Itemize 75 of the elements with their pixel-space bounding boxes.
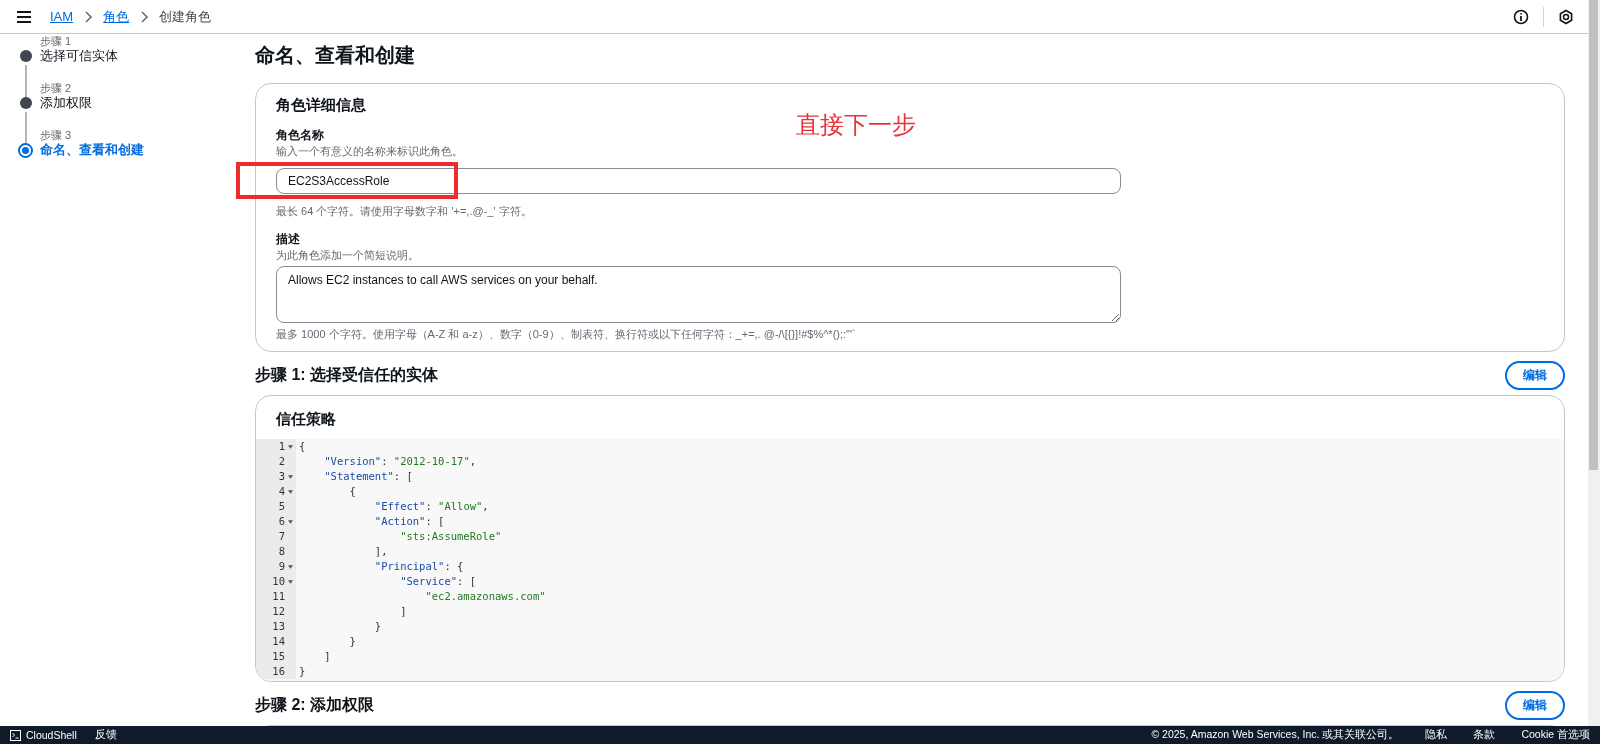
- step-label: 步骤 2: [40, 81, 73, 95]
- fold-icon[interactable]: [288, 489, 293, 494]
- code-line: "ec2.amazonaws.com": [424, 589, 547, 604]
- code-line: "Action": [: [373, 514, 446, 529]
- code-line: {: [299, 439, 307, 454]
- section-heading: 步骤 2: 添加权限: [255, 695, 375, 715]
- fold-icon[interactable]: [288, 519, 293, 524]
- code-line: "Version": "2012-10-17",: [323, 454, 478, 469]
- code-line: }: [373, 619, 383, 634]
- line-number: 3: [278, 469, 285, 484]
- line-number: 14: [272, 634, 285, 649]
- edit-button[interactable]: 编辑: [1505, 361, 1565, 390]
- step-link[interactable]: 命名、查看和创建: [40, 142, 255, 158]
- line-number: 9: [278, 559, 285, 574]
- line-number: 5: [278, 499, 285, 514]
- code-line: "Statement": [: [323, 469, 414, 484]
- code-line: }: [348, 634, 357, 649]
- line-number: 6: [278, 514, 285, 529]
- line-number: 11: [272, 589, 285, 604]
- step-label: 步骤 1: [40, 34, 73, 48]
- fold-icon[interactable]: [288, 564, 293, 569]
- breadcrumb-link[interactable]: IAM: [50, 9, 74, 24]
- line-number: 15: [272, 649, 285, 664]
- line-number: 10: [272, 574, 285, 589]
- breadcrumb-link[interactable]: 角色: [103, 7, 130, 26]
- line-number: 13: [272, 619, 285, 634]
- copyright-text: © 2025, Amazon Web Services, Inc. 或其关联公司。: [1151, 728, 1400, 742]
- line-number: 2: [278, 454, 285, 469]
- cloudshell-button[interactable]: CloudShell: [10, 729, 77, 741]
- line-number: 4: [278, 484, 285, 499]
- code-line: }: [299, 664, 307, 679]
- terminal-icon: [10, 729, 21, 741]
- code-line: ]: [323, 649, 332, 664]
- field-label: 角色名称: [276, 127, 325, 144]
- code-line: "Service": [: [399, 574, 478, 589]
- line-number: 1: [278, 439, 285, 454]
- footer-link[interactable]: Cookie 首选项: [1521, 728, 1590, 742]
- line-number: 12: [272, 604, 285, 619]
- footer-link[interactable]: 条款: [1473, 728, 1496, 742]
- role-name-field[interactable]: EC2S3AccessRole: [276, 168, 1121, 194]
- section-heading: 步骤 1: 选择受信任的实体: [255, 365, 439, 385]
- breadcrumb-current: 创建角色: [159, 7, 212, 26]
- description-field[interactable]: Allows EC2 instances to call AWS services on your behalf.: [276, 266, 1121, 323]
- annotation-text: 直接下一步: [796, 110, 916, 140]
- code-line: "sts:AssumeRole": [399, 529, 503, 544]
- scrollbar[interactable]: [1588, 0, 1600, 726]
- info-icon[interactable]: [1513, 8, 1529, 25]
- fold-icon[interactable]: [288, 444, 293, 449]
- hexagon-icon[interactable]: [1558, 8, 1574, 25]
- field-constraint: 最长 64 个字符。请使用字母数字和 '+=,.@-_' 字符。: [276, 204, 533, 219]
- card-title: 信任策略: [274, 410, 337, 429]
- line-number: 16: [272, 664, 285, 679]
- line-number: 7: [278, 529, 285, 544]
- code-line: ],: [373, 544, 389, 559]
- fold-icon[interactable]: [288, 474, 293, 479]
- step-link[interactable]: 选择可信实体: [40, 48, 255, 64]
- edit-button[interactable]: 编辑: [1505, 691, 1565, 720]
- field-label: 描述: [276, 231, 301, 248]
- step-label: 步骤 3: [40, 128, 73, 142]
- code-line: "Principal": {: [373, 559, 465, 574]
- code-line: {: [348, 484, 357, 499]
- page-title: 命名、查看和创建: [255, 43, 416, 68]
- field-hint: 为此角色添加一个简短说明。: [276, 248, 420, 263]
- chevron-icon: [83, 10, 94, 23]
- fold-icon[interactable]: [288, 579, 293, 584]
- feedback-link[interactable]: 反馈: [94, 728, 117, 742]
- code-line: "Effect": "Allow",: [373, 499, 490, 514]
- code-line: ]: [399, 604, 408, 619]
- line-number: 8: [278, 544, 285, 559]
- footer-link[interactable]: 隐私: [1425, 728, 1448, 742]
- field-constraint: 最多 1000 个字符。使用字母（A-Z 和 a-z）、数字（0-9）、制表符、换行符或以下任何字符：_+=,. @-/\[{}]!#$%^*();:"'`: [276, 327, 857, 342]
- card-title: 角色详细信息: [276, 96, 367, 115]
- field-hint: 输入一个有意义的名称来标识此角色。: [276, 144, 464, 159]
- step-link[interactable]: 添加权限: [40, 95, 255, 111]
- chevron-icon: [139, 10, 150, 23]
